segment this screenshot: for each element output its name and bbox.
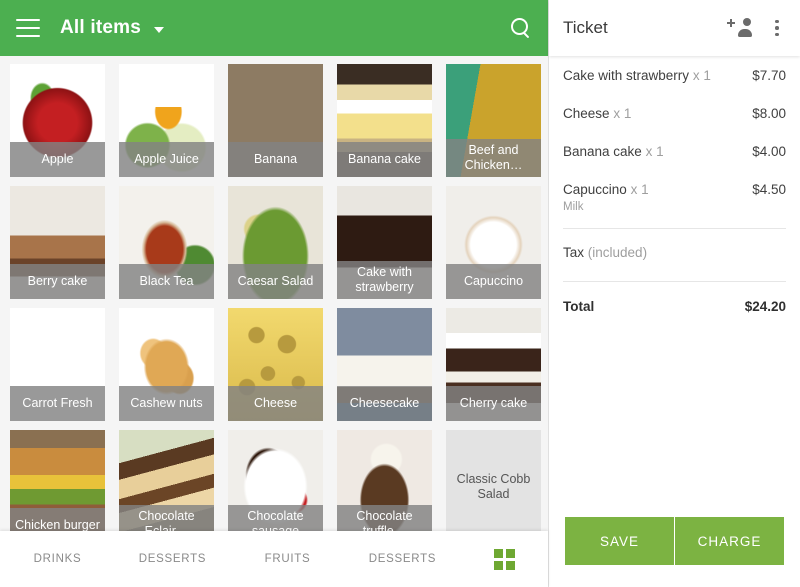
ticket-line-name: Banana cake x 1 [563, 144, 664, 159]
product-tile[interactable]: Black Tea [119, 186, 214, 299]
ticket-line-left: Capuccino x 1 Milk [563, 182, 649, 213]
category-tab-bar: DRINKS DESSERTS FRUITS DESSERTS [0, 531, 548, 587]
page-title: All items [60, 17, 141, 38]
category-tab[interactable]: DESSERTS [345, 553, 460, 565]
ticket-header: Ticket [549, 0, 800, 56]
product-label: Cashew nuts [119, 386, 214, 421]
product-label: Cheese [228, 386, 323, 421]
ticket-line-left: Banana cake x 1 [563, 144, 664, 159]
ticket-line-amount: $4.00 [752, 144, 786, 159]
product-label: Banana [228, 142, 323, 177]
ticket-line-name: Cheese x 1 [563, 106, 631, 121]
catalog-panel: All items Apple Apple Juice Banana Banana c… [0, 0, 548, 587]
product-label: Apple Juice [119, 142, 214, 177]
charge-button[interactable]: CHARGE [674, 517, 784, 565]
ticket-line-name: Cake with strawberry x 1 [563, 68, 711, 83]
product-tile[interactable]: Chocolate sausage [228, 430, 323, 531]
product-label: Caesar Salad [228, 264, 323, 299]
product-label: Banana cake [337, 142, 432, 177]
tax-row: Tax (included) [563, 229, 786, 277]
ticket-line-qty: x 1 [645, 144, 664, 159]
product-label: Chocolate truffle… [337, 505, 432, 531]
item-grid-scroll[interactable]: Apple Apple Juice Banana Banana cake Beef an… [0, 56, 548, 531]
product-label: Cherry cake [446, 386, 541, 421]
grid-view-button[interactable] [460, 548, 548, 570]
product-label: Carrot Fresh [10, 386, 105, 421]
save-button[interactable]: SAVE [565, 517, 674, 565]
chevron-down-icon[interactable] [154, 26, 164, 33]
product-tile[interactable]: Cheese [228, 308, 323, 421]
ticket-actions: SAVE CHARGE [549, 503, 800, 587]
ticket-line-qty: x 1 [692, 68, 711, 83]
ticket-panel: Ticket Cake with strawberry x 1 $7.70 Chee… [548, 0, 800, 587]
category-tab[interactable]: FRUITS [230, 553, 345, 565]
ticket-line-name-text: Cake with strawberry [563, 68, 690, 83]
product-tile[interactable]: Cashew nuts [119, 308, 214, 421]
product-tile[interactable]: Apple Juice [119, 64, 214, 177]
person-add-icon[interactable] [727, 18, 752, 38]
product-tile[interactable]: Carrot Fresh [10, 308, 105, 421]
product-label: Chocolate sausage [228, 505, 323, 531]
grid-view-icon [493, 548, 515, 570]
product-label: Classic Cobb Salad [456, 471, 531, 501]
product-tile[interactable]: Caesar Salad [228, 186, 323, 299]
total-row: Total $24.20 [563, 282, 786, 314]
category-tab[interactable]: DRINKS [0, 553, 115, 565]
product-label: Beef and Chicken… [446, 139, 541, 177]
product-label: Berry cake [10, 264, 105, 299]
ticket-line-amount: $7.70 [752, 68, 786, 83]
product-tile[interactable]: Chocolate truffle… [337, 430, 432, 531]
hamburger-icon[interactable] [16, 19, 40, 37]
ticket-line-name-text: Capuccino [563, 182, 627, 197]
product-label: Capuccino [446, 264, 541, 299]
ticket-line-amount: $8.00 [752, 106, 786, 121]
app-bar: All items [0, 0, 548, 56]
search-icon[interactable] [510, 17, 532, 39]
product-tile[interactable]: Beef and Chicken… [446, 64, 541, 177]
product-tile[interactable]: Cherry cake [446, 308, 541, 421]
product-label: Chicken burger [10, 508, 105, 531]
ticket-line-name-text: Cheese [563, 106, 610, 121]
category-tab[interactable]: DESSERTS [115, 553, 230, 565]
ticket-line-item[interactable]: Capuccino x 1 Milk $4.50 [563, 170, 786, 224]
kebab-menu-icon[interactable] [768, 18, 786, 38]
product-tile[interactable]: Banana [228, 64, 323, 177]
ticket-line-amount: $4.50 [752, 182, 786, 197]
ticket-line-left: Cheese x 1 [563, 106, 631, 121]
total-amount: $24.20 [744, 299, 786, 314]
product-tile[interactable]: Chicken burger [10, 430, 105, 531]
product-tile[interactable]: Capuccino [446, 186, 541, 299]
product-tile[interactable]: Berry cake [10, 186, 105, 299]
tax-label: Tax (included) [563, 245, 647, 260]
product-label: Cake with strawberry [337, 261, 432, 299]
ticket-line-left: Cake with strawberry x 1 [563, 68, 711, 83]
ticket-line-name: Capuccino x 1 [563, 182, 649, 197]
product-tile[interactable]: Banana cake [337, 64, 432, 177]
product-tile[interactable]: Cheesecake [337, 308, 432, 421]
product-tile[interactable]: Classic Cobb Salad [446, 430, 541, 531]
ticket-line-qty: x 1 [630, 182, 649, 197]
product-label: Cheesecake [337, 386, 432, 421]
product-tile[interactable]: Cake with strawberry [337, 186, 432, 299]
product-label: Chocolate Eclair… [119, 505, 214, 531]
ticket-line-modifier: Milk [563, 201, 584, 213]
ticket-title: Ticket [563, 18, 608, 37]
product-tile[interactable]: Apple [10, 64, 105, 177]
ticket-line-qty: x 1 [613, 106, 632, 121]
ticket-line-item[interactable]: Cheese x 1 $8.00 [563, 94, 786, 132]
ticket-line-name-text: Banana cake [563, 144, 642, 159]
product-tile[interactable]: Chocolate Eclair… [119, 430, 214, 531]
pos-app: All items Apple Apple Juice Banana Banana c… [0, 0, 800, 587]
tax-label-text: Tax [563, 245, 585, 260]
ticket-line-item[interactable]: Banana cake x 1 $4.00 [563, 132, 786, 170]
item-grid: Apple Apple Juice Banana Banana cake Beef an… [0, 56, 548, 531]
product-label: Apple [10, 142, 105, 177]
total-label: Total [563, 299, 595, 314]
ticket-lines: Cake with strawberry x 1 $7.70 Cheese x 1 $… [549, 56, 800, 503]
product-label: Black Tea [119, 264, 214, 299]
tax-note: (included) [587, 245, 648, 260]
ticket-line-item[interactable]: Cake with strawberry x 1 $7.70 [563, 56, 786, 94]
